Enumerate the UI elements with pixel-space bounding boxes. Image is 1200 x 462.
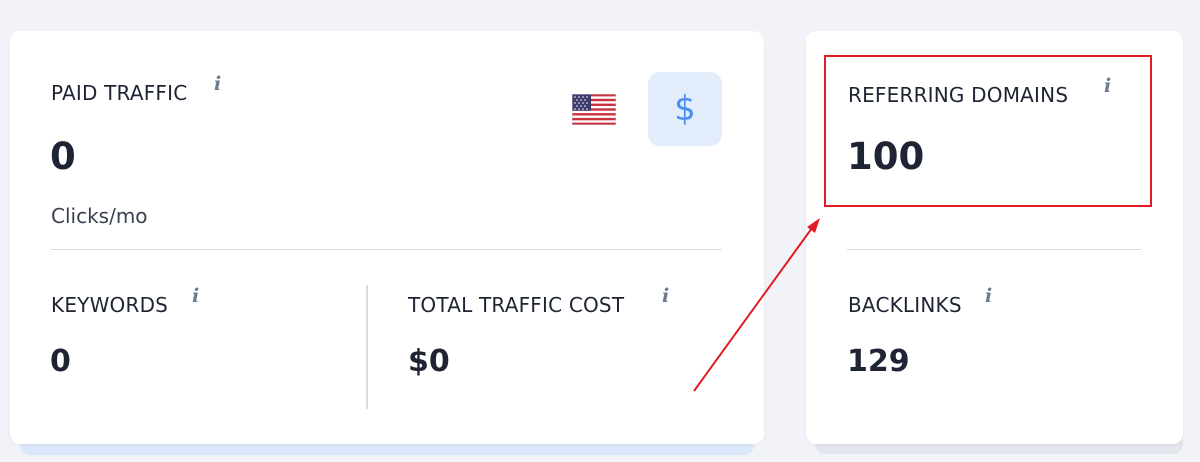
- us-flag-icon[interactable]: [572, 94, 616, 125]
- currency-button[interactable]: $: [648, 72, 722, 146]
- highlight-box: [824, 55, 1152, 207]
- total-traffic-cost-label: TOTAL TRAFFIC COST: [408, 293, 625, 317]
- keywords-value: 0: [50, 344, 71, 379]
- keywords-label: KEYWORDS: [51, 293, 169, 317]
- backlinks-info-icon[interactable]: i: [985, 285, 992, 307]
- paid-traffic-divider: [51, 249, 722, 250]
- keywords-info-icon[interactable]: i: [192, 285, 199, 307]
- paid-traffic-value: 0: [50, 135, 76, 178]
- total-traffic-cost-value: $0: [408, 344, 450, 379]
- backlinks-label: BACKLINKS: [848, 293, 962, 317]
- total-traffic-cost-info-icon[interactable]: i: [662, 285, 669, 307]
- paid-traffic-unit: Clicks/mo: [51, 204, 148, 228]
- metrics-vertical-divider: [366, 285, 368, 409]
- paid-traffic-label: PAID TRAFFIC: [51, 81, 188, 105]
- backlinks-value: 129: [847, 344, 910, 379]
- backlinks-card-divider: [847, 249, 1141, 250]
- paid-traffic-info-icon[interactable]: i: [214, 73, 221, 95]
